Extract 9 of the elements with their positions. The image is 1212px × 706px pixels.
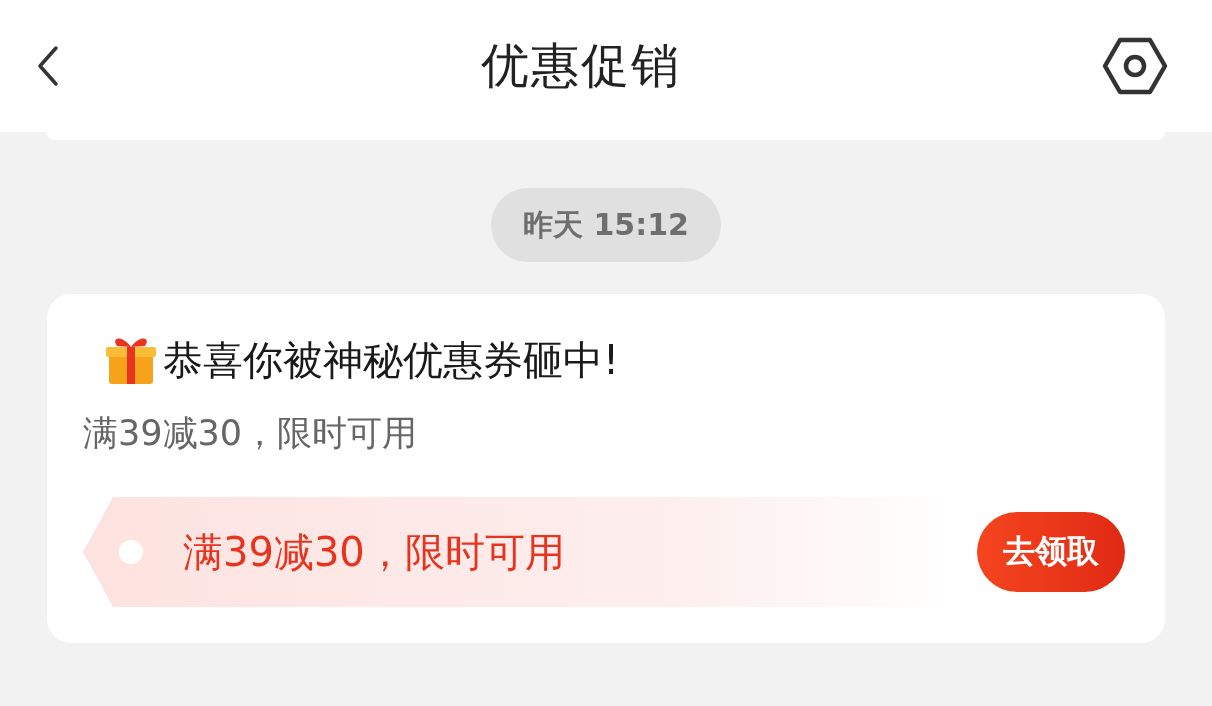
claim-button[interactable]: 去领取 (977, 512, 1125, 592)
settings-icon[interactable] (1102, 37, 1168, 95)
dot-icon (119, 540, 143, 564)
coupon-text: 满39减30，限时可用 (183, 527, 565, 577)
back-icon[interactable] (36, 44, 60, 88)
message-subtitle: 满39减30，限时可用 (83, 412, 419, 455)
page-title: 优惠促销 (481, 36, 681, 95)
message-title: 恭喜你被神秘优惠券砸中! (163, 335, 620, 385)
timestamp: 昨天 15:12 (491, 188, 721, 262)
